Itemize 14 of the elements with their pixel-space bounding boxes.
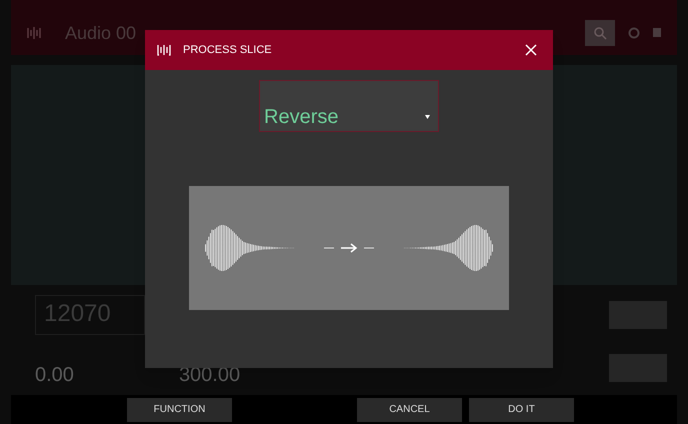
slices-button[interactable]: [609, 301, 667, 329]
close-icon[interactable]: [525, 44, 537, 56]
footer-button[interactable]: CANCEL: [357, 398, 462, 422]
start-value: 0.00: [35, 365, 74, 385]
dialog-title: PROCESS SLICE: [183, 42, 272, 58]
mode-dropdown[interactable]: Reverse: [259, 80, 439, 132]
footer-button[interactable]: FUNCTION: [127, 398, 232, 422]
zoom-button[interactable]: [585, 20, 615, 46]
footer-button[interactable]: DO IT: [469, 398, 574, 422]
caret-icon: [425, 115, 430, 119]
search-icon: [593, 26, 607, 40]
snap-lock-button[interactable]: [609, 354, 667, 382]
waveform-icon: [157, 44, 171, 56]
waveform-icon: [27, 26, 41, 38]
